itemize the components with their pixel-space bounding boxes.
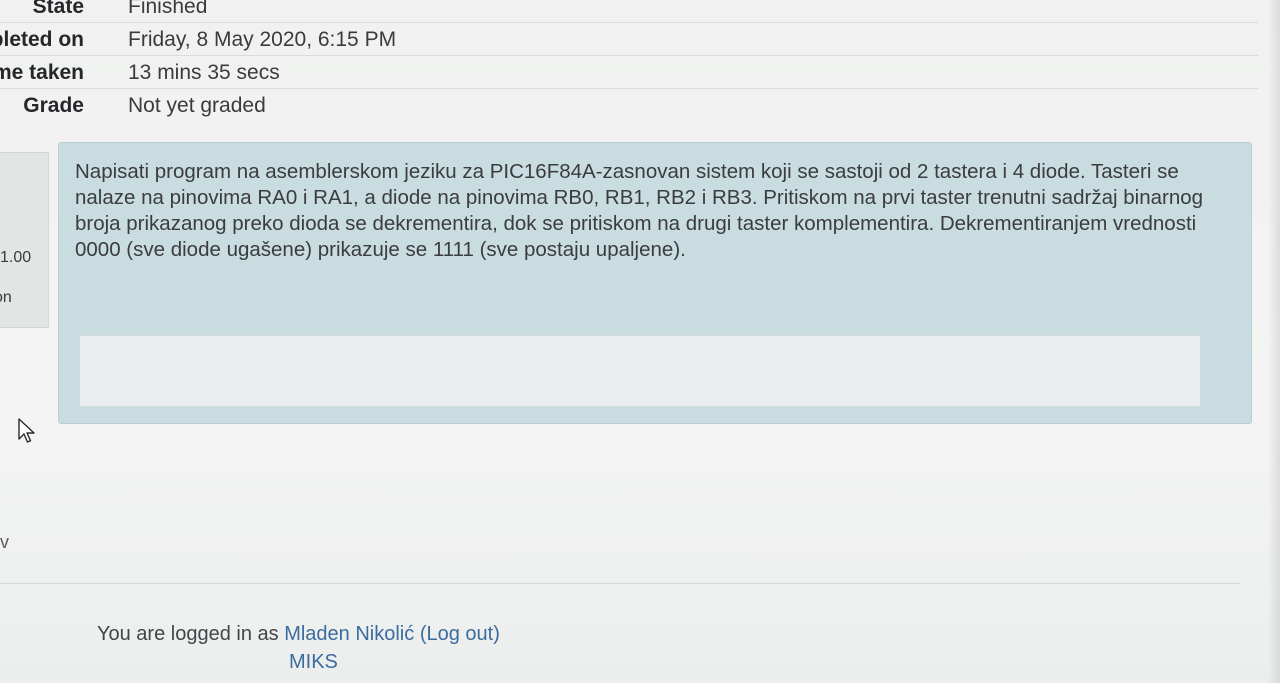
summary-label-grade: Grade [23, 94, 84, 117]
login-info: You are logged in as Mladen Nikolić (Log… [97, 623, 500, 646]
flag-question-link[interactable]: on [0, 289, 12, 307]
summary-label-time-taken: Time taken [0, 61, 84, 84]
summary-value-time-taken: 13 mins 35 secs [128, 61, 280, 84]
screen-edge-shadow [1268, 0, 1280, 683]
user-profile-link[interactable]: Mladen Nikolić [284, 623, 414, 645]
login-info-prefix: You are logged in as [97, 623, 279, 645]
summary-row-grade: Grade Not yet graded [0, 89, 1258, 121]
summary-value-state: Finished [128, 0, 208, 18]
summary-row-completed: Completed on Friday, 8 May 2020, 6:15 PM [0, 23, 1258, 56]
question-text: Napisati program na asemblerskom jeziku … [75, 160, 1204, 261]
quiz-review-page: State Finished Completed on Friday, 8 Ma… [0, 0, 1280, 683]
nav-block-marker[interactable]: v [0, 532, 9, 553]
question-marks: 1.00 [0, 249, 32, 266]
summary-row-state: State Finished [0, 0, 1258, 23]
logout-link[interactable]: (Log out) [420, 623, 500, 645]
summary-value-completed: Friday, 8 May 2020, 6:15 PM [128, 28, 397, 51]
course-home-link[interactable]: MIKS [289, 651, 338, 674]
summary-row-time-taken: Time taken 13 mins 35 secs [0, 56, 1258, 89]
footer-divider [0, 583, 1240, 584]
summary-label-state: State [32, 0, 84, 18]
answer-textarea[interactable] [79, 335, 1201, 407]
summary-value-grade: Not yet graded [128, 94, 266, 117]
question-info-box: 1.00 on [0, 152, 49, 328]
question-content-box: Napisati program na asemblerskom jeziku … [58, 142, 1252, 424]
summary-label-completed: Completed on [0, 28, 84, 51]
mouse-pointer-icon [18, 418, 36, 449]
